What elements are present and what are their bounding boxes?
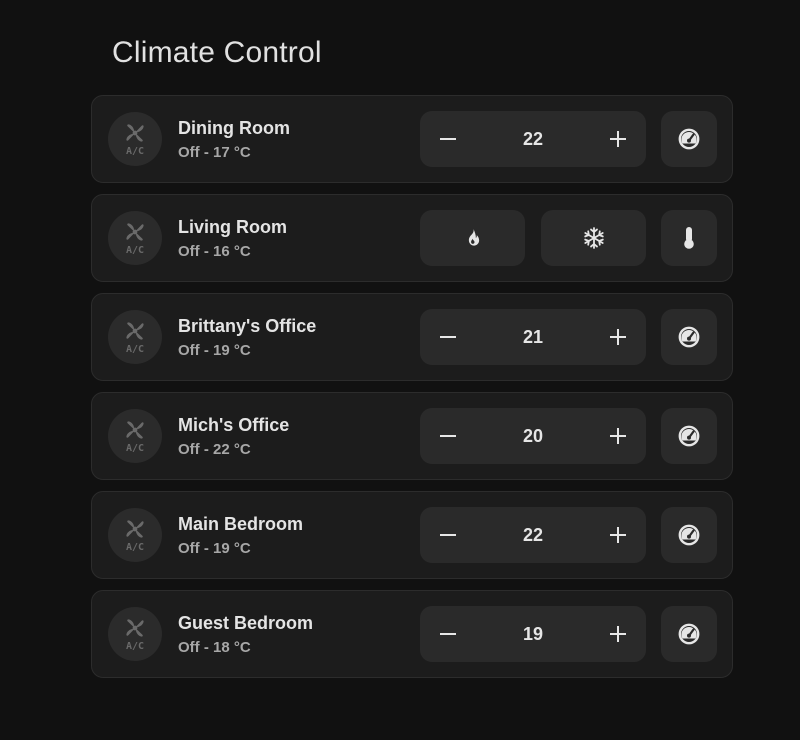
climate-card-guest-bedroom[interactable]: A/C Guest Bedroom Off - 18 °C 19 xyxy=(91,590,733,678)
gauge-button[interactable] xyxy=(661,606,717,662)
room-state: Off - 19 °C xyxy=(178,540,251,557)
setpoint-value: 19 xyxy=(522,624,544,644)
air-conditioner-icon[interactable]: A/C xyxy=(108,310,162,364)
climate-dashboard: Climate Control A/C Dining Room Off - 17… xyxy=(0,0,800,740)
room-name: Main Bedroom xyxy=(178,514,304,534)
room-name: Living Room xyxy=(178,217,287,237)
room-name: Mich's Office xyxy=(178,415,290,435)
gauge-button[interactable] xyxy=(661,309,717,365)
temperature-stepper: 20 xyxy=(420,408,646,464)
flame-icon xyxy=(468,229,479,246)
gauge-button[interactable] xyxy=(661,111,717,167)
climate-card-brittanys-office[interactable]: A/C Brittany's Office Off - 19 °C 21 xyxy=(91,293,733,381)
svg-text:A/C: A/C xyxy=(126,344,144,354)
room-name: Guest Bedroom xyxy=(178,613,314,633)
temperature-stepper: 19 xyxy=(420,606,646,662)
climate-card-living-room[interactable]: A/C Living Room Off - 16 °C xyxy=(91,194,733,282)
decrease-button[interactable] xyxy=(420,606,476,662)
gauge-icon xyxy=(678,128,700,150)
room-state: Off - 19 °C xyxy=(178,342,251,359)
temperature-stepper: 22 xyxy=(420,507,646,563)
svg-text:A/C: A/C xyxy=(126,146,144,156)
decrease-button[interactable] xyxy=(420,507,476,563)
plus-icon xyxy=(610,527,626,543)
setpoint-value: 22 xyxy=(522,525,544,545)
air-conditioner-icon[interactable]: A/C xyxy=(108,112,162,166)
increase-button[interactable] xyxy=(590,507,646,563)
setpoint-value: 21 xyxy=(522,327,544,347)
svg-text:A/C: A/C xyxy=(126,542,144,552)
gauge-button[interactable] xyxy=(661,408,717,464)
plus-icon xyxy=(610,131,626,147)
gauge-icon xyxy=(678,425,700,447)
minus-icon xyxy=(440,435,456,437)
gauge-icon xyxy=(678,623,700,645)
temperature-stepper: 22 xyxy=(420,111,646,167)
temperature-stepper: 21 xyxy=(420,309,646,365)
decrease-button[interactable] xyxy=(420,408,476,464)
room-state: Off - 16 °C xyxy=(178,243,251,260)
setpoint-value: 20 xyxy=(522,426,544,446)
room-state: Off - 18 °C xyxy=(178,639,251,656)
climate-card-main-bedroom[interactable]: A/C Main Bedroom Off - 19 °C 22 xyxy=(91,491,733,579)
minus-icon xyxy=(440,336,456,338)
air-conditioner-icon[interactable]: A/C xyxy=(108,508,162,562)
svg-text:A/C: A/C xyxy=(126,245,144,255)
climate-card-dining-room[interactable]: A/C Dining Room Off - 17 °C 22 xyxy=(91,95,733,183)
plus-icon xyxy=(610,329,626,345)
increase-button[interactable] xyxy=(590,309,646,365)
air-conditioner-icon[interactable]: A/C xyxy=(108,211,162,265)
setpoint-value: 22 xyxy=(522,129,544,149)
room-state: Off - 17 °C xyxy=(178,144,251,161)
room-state: Off - 22 °C xyxy=(178,441,251,458)
thermometer-button[interactable] xyxy=(661,210,717,266)
increase-button[interactable] xyxy=(590,111,646,167)
svg-text:A/C: A/C xyxy=(126,641,144,651)
increase-button[interactable] xyxy=(590,606,646,662)
minus-icon xyxy=(440,534,456,536)
room-name: Dining Room xyxy=(178,118,290,138)
decrease-button[interactable] xyxy=(420,111,476,167)
decrease-button[interactable] xyxy=(420,309,476,365)
minus-icon xyxy=(440,633,456,635)
gauge-icon xyxy=(678,524,700,546)
minus-icon xyxy=(440,138,456,140)
gauge-button[interactable] xyxy=(661,507,717,563)
air-conditioner-icon[interactable]: A/C xyxy=(108,409,162,463)
page-title: Climate Control xyxy=(112,36,322,69)
plus-icon xyxy=(610,626,626,642)
thermometer-icon xyxy=(684,227,694,249)
climate-card-michs-office[interactable]: A/C Mich's Office Off - 22 °C 20 xyxy=(91,392,733,480)
climate-list: A/C Dining Room Off - 17 °C 22 A/C Livin… xyxy=(91,95,733,689)
room-name: Brittany's Office xyxy=(178,316,317,336)
heat-mode-button[interactable] xyxy=(420,210,525,266)
air-conditioner-icon[interactable]: A/C xyxy=(108,607,162,661)
increase-button[interactable] xyxy=(590,408,646,464)
gauge-icon xyxy=(678,326,700,348)
cool-mode-button[interactable] xyxy=(541,210,646,266)
snowflake-icon xyxy=(583,227,604,249)
svg-text:A/C: A/C xyxy=(126,443,144,453)
plus-icon xyxy=(610,428,626,444)
